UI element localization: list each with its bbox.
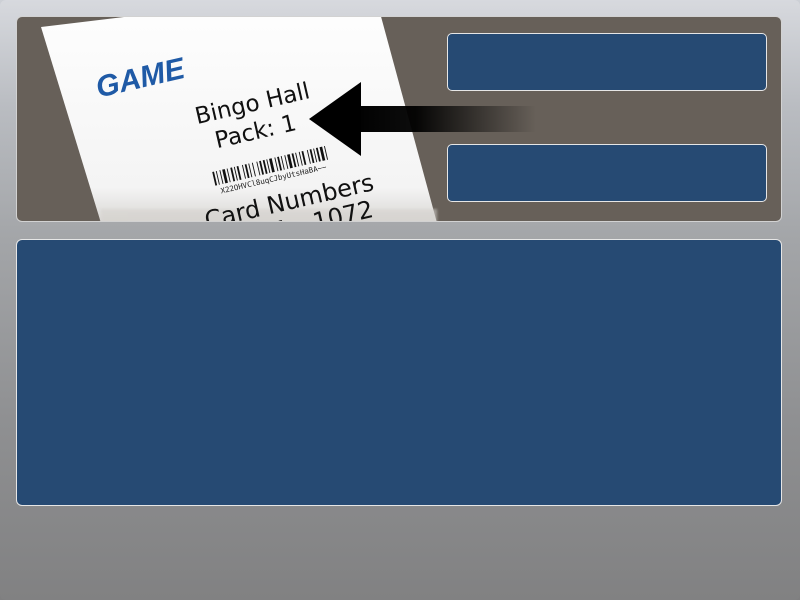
status-box-bottom (447, 144, 767, 202)
instruction-panel: GAME Bingo Hall Pack: 1 X22OHVCl8uqCJbyU… (16, 16, 782, 222)
status-box-top (447, 33, 767, 91)
main-message-panel (16, 239, 782, 506)
